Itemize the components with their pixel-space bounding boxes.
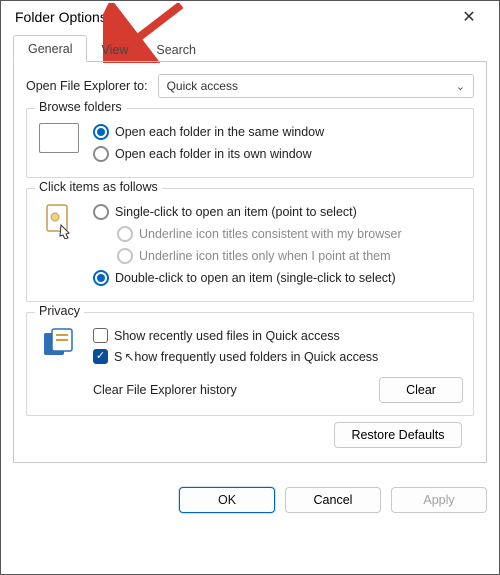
folder-icon: [37, 121, 81, 153]
cancel-button[interactable]: Cancel: [285, 487, 381, 513]
radio-underline-point: Underline icon titles only when I point …: [93, 245, 463, 267]
radio-double-click[interactable]: Double-click to open an item (single-cli…: [93, 267, 463, 289]
group-privacy: Privacy Show recently used files in Quic…: [26, 312, 474, 416]
radio-icon: [117, 248, 133, 264]
privacy-icon: [37, 325, 81, 359]
group-title-browse: Browse folders: [35, 100, 126, 114]
click-icon: [37, 201, 81, 239]
ok-button[interactable]: OK: [179, 487, 275, 513]
group-title-privacy: Privacy: [35, 304, 84, 318]
tab-general[interactable]: General: [13, 35, 87, 62]
checkbox-icon: [93, 328, 108, 343]
radio-label: Underline icon titles consistent with my…: [139, 227, 402, 241]
open-to-select[interactable]: Quick access ⌄: [158, 74, 474, 98]
radio-icon: [93, 204, 109, 220]
checkbox-label: S↖Show frequently used folders in Quick …: [114, 350, 378, 364]
title-bar: Folder Options ✕: [1, 1, 499, 31]
radio-single-click[interactable]: Single-click to open an item (point to s…: [93, 201, 463, 223]
dialog-buttons: OK Cancel Apply: [1, 473, 499, 525]
checkbox-icon: ✓: [93, 349, 108, 364]
open-to-value: Quick access: [167, 79, 238, 93]
group-click-items: Click items as follows Single-click to o…: [26, 188, 474, 302]
tab-search[interactable]: Search: [142, 37, 210, 62]
window-title: Folder Options: [15, 9, 107, 25]
radio-underline-browser: Underline icon titles consistent with my…: [93, 223, 463, 245]
group-browse-folders: Browse folders Open each folder in the s…: [26, 108, 474, 178]
radio-label: Open each folder in its own window: [115, 147, 312, 161]
cursor-icon: ↖: [124, 350, 134, 364]
radio-label: Underline icon titles only when I point …: [139, 249, 391, 263]
chevron-down-icon: ⌄: [456, 80, 465, 93]
apply-button[interactable]: Apply: [391, 487, 487, 513]
radio-label: Double-click to open an item (single-cli…: [115, 271, 396, 285]
clear-history-label: Clear File Explorer history: [93, 383, 237, 397]
checkbox-recent-files[interactable]: Show recently used files in Quick access: [93, 325, 463, 346]
restore-defaults-button[interactable]: Restore Defaults: [334, 422, 462, 448]
radio-label: Open each folder in the same window: [115, 125, 324, 139]
radio-own-window[interactable]: Open each folder in its own window: [93, 143, 463, 165]
tab-strip: General View Search: [1, 35, 499, 62]
radio-icon: [93, 124, 109, 140]
radio-icon: [117, 226, 133, 242]
checkbox-frequent-folders[interactable]: ✓ S↖Show frequently used folders in Quic…: [93, 346, 463, 367]
clear-button[interactable]: Clear: [379, 377, 463, 403]
tab-view[interactable]: View: [87, 37, 142, 62]
checkbox-label: Show recently used files in Quick access: [114, 329, 340, 343]
radio-label: Single-click to open an item (point to s…: [115, 205, 357, 219]
open-to-label: Open File Explorer to:: [26, 79, 148, 93]
close-icon[interactable]: ✕: [449, 7, 489, 27]
radio-icon: [93, 270, 109, 286]
radio-same-window[interactable]: Open each folder in the same window: [93, 121, 463, 143]
tab-panel-general: Open File Explorer to: Quick access ⌄ Br…: [13, 62, 487, 463]
radio-icon: [93, 146, 109, 162]
group-title-click: Click items as follows: [35, 180, 162, 194]
